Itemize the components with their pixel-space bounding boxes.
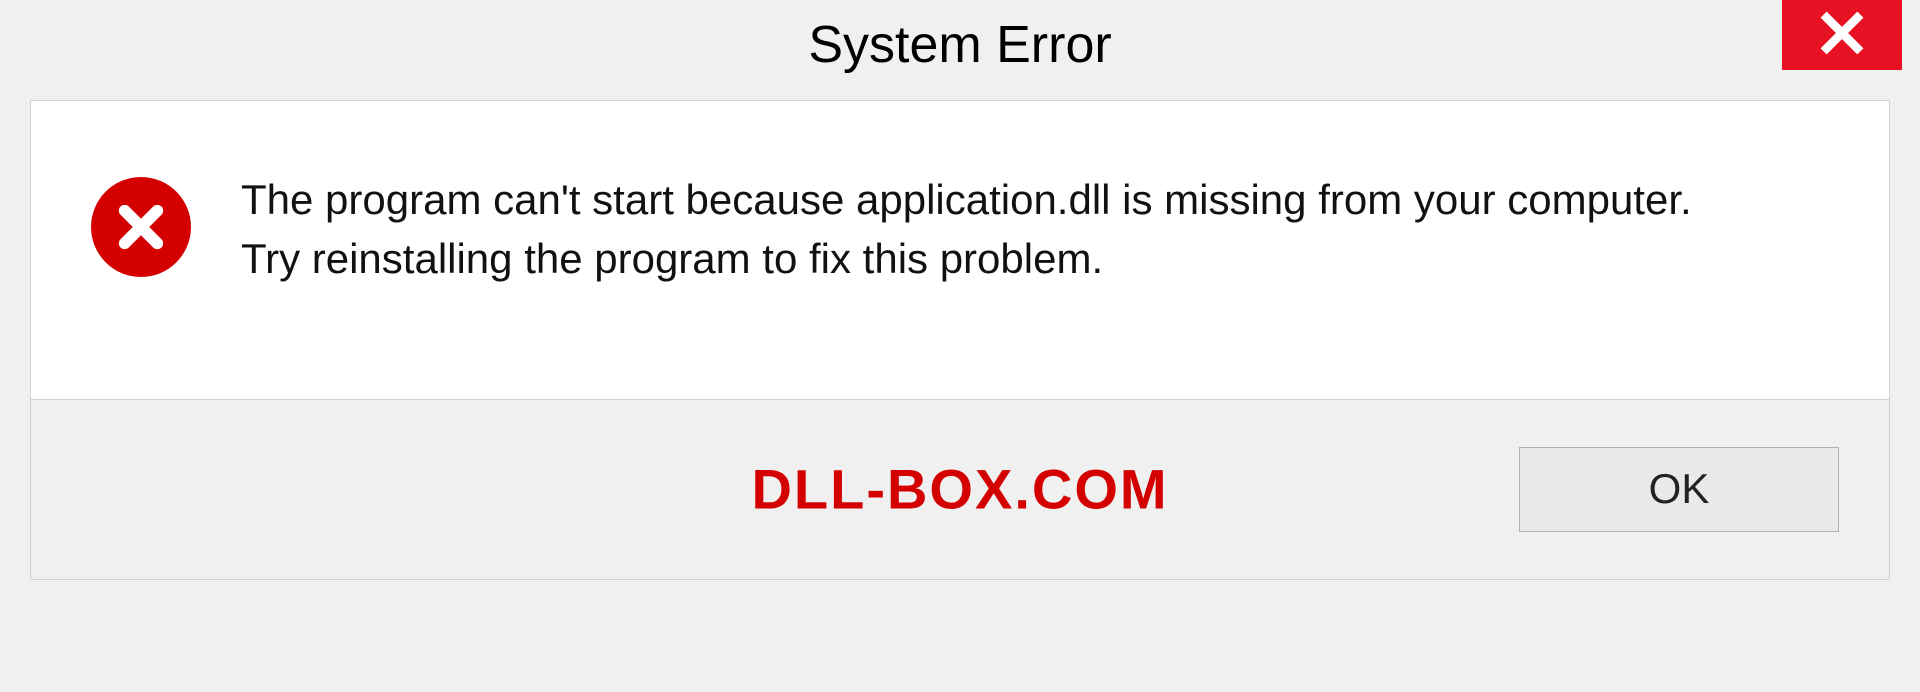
dialog-body: The program can't start because applicat… [30, 100, 1890, 400]
titlebar: System Error [0, 0, 1920, 90]
error-message: The program can't start because applicat… [241, 171, 1741, 289]
close-icon [1819, 10, 1865, 61]
close-button[interactable] [1782, 0, 1902, 70]
error-icon [91, 177, 191, 277]
dialog-footer: DLL-BOX.COM OK [30, 400, 1890, 580]
watermark-text: DLL-BOX.COM [751, 457, 1168, 522]
ok-button[interactable]: OK [1519, 447, 1839, 532]
dialog-title: System Error [808, 15, 1111, 75]
